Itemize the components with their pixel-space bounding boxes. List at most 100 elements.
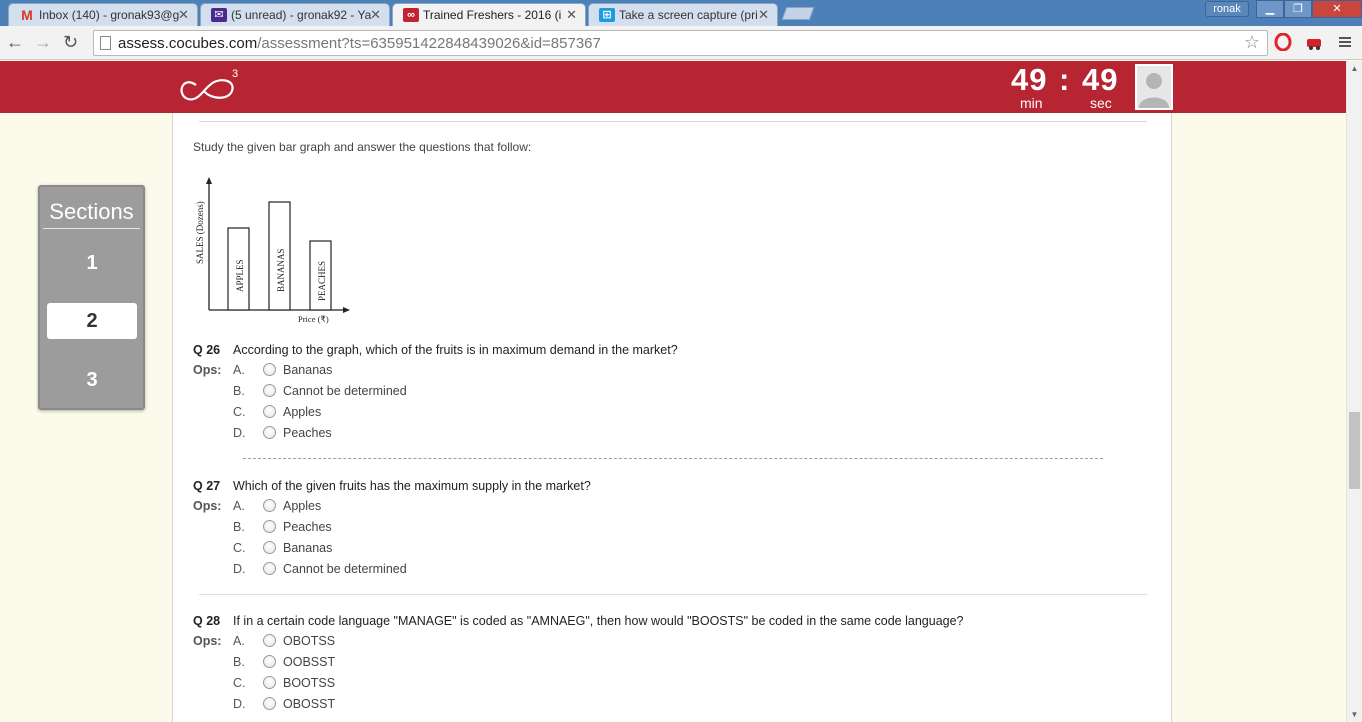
option-text[interactable]: Peaches: [283, 520, 332, 534]
option-radio[interactable]: [263, 676, 276, 689]
graph-ylabel: SALES (Dozens): [195, 201, 205, 264]
sections-title: Sections: [49, 199, 134, 224]
maximize-button[interactable]: ❐: [1284, 0, 1312, 18]
site-header: 3 49 : 49 min sec: [0, 61, 1362, 113]
page-icon: [100, 36, 111, 50]
option-letter: B.: [233, 384, 245, 398]
option-radio[interactable]: [263, 363, 276, 376]
opera-icon[interactable]: [1274, 33, 1292, 51]
option-text[interactable]: Peaches: [283, 426, 332, 440]
window-controls: ▁ ❐ ✕: [1256, 0, 1362, 19]
ops-label: Ops:: [193, 363, 222, 377]
timer-seconds: 49: [1082, 62, 1119, 97]
tab-title: Take a screen capture (pri: [619, 8, 758, 22]
tab-screen-capture[interactable]: ⊞ Take a screen capture (pri ✕: [588, 3, 778, 26]
forward-icon[interactable]: →: [34, 33, 52, 51]
close-tab-icon[interactable]: ✕: [178, 7, 189, 23]
option-text[interactable]: Cannot be determined: [283, 562, 407, 576]
user-silhouette-icon: [1139, 73, 1169, 108]
divider: [199, 121, 1147, 122]
section-1-button[interactable]: 1: [47, 245, 137, 281]
extension-icon[interactable]: [1305, 33, 1323, 51]
option-text[interactable]: OBOSST: [283, 697, 335, 711]
question-text: Which of the given fruits has the maximu…: [233, 479, 591, 493]
option-radio[interactable]: [263, 384, 276, 397]
option-text[interactable]: Apples: [283, 405, 321, 419]
option-letter: D.: [233, 697, 246, 711]
option-letter: A.: [233, 634, 245, 648]
option-text[interactable]: OOBSST: [283, 655, 335, 669]
sections-panel: Sections 1 2 3: [38, 185, 145, 410]
close-tab-icon[interactable]: ✕: [566, 7, 577, 23]
question-text: If in a certain code language "MANAGE" i…: [233, 614, 964, 628]
scroll-down-icon[interactable]: ▼: [1349, 710, 1360, 720]
section-3-button[interactable]: 3: [47, 362, 137, 398]
timer-min-label: min: [1020, 95, 1043, 111]
scroll-up-icon[interactable]: ▲: [1349, 64, 1360, 74]
bar-label-apples: APPLES: [235, 259, 245, 292]
option-radio[interactable]: [263, 655, 276, 668]
profile-button[interactable]: ronak: [1205, 1, 1249, 17]
ops-label: Ops:: [193, 634, 222, 648]
option-letter: D.: [233, 426, 246, 440]
gmail-icon: M: [21, 7, 33, 23]
option-text[interactable]: Apples: [283, 499, 321, 513]
svg-text:3: 3: [232, 68, 238, 80]
question-number: Q 26: [193, 343, 221, 357]
option-letter: D.: [233, 562, 246, 576]
question-text: According to the graph, which of the fru…: [233, 343, 678, 357]
browser-toolbar: ← → ↻ assess.cocubes.com/assessment?ts=6…: [0, 26, 1362, 60]
question-number: Q 27: [193, 479, 221, 493]
option-radio[interactable]: [263, 426, 276, 439]
back-icon[interactable]: ←: [6, 33, 24, 51]
avatar[interactable]: [1135, 64, 1173, 110]
option-letter: B.: [233, 520, 245, 534]
reload-icon[interactable]: ↻: [63, 33, 78, 51]
tab-cocubes[interactable]: ∞ Trained Freshers - 2016 (i ✕: [392, 3, 586, 27]
question-separator: [199, 594, 1147, 595]
option-radio[interactable]: [263, 541, 276, 554]
new-tab-button[interactable]: [781, 7, 815, 20]
option-radio[interactable]: [263, 405, 276, 418]
question-number: Q 28: [193, 614, 221, 628]
option-text[interactable]: BOOTSS: [283, 676, 335, 690]
timer-separator: :: [1059, 62, 1071, 97]
close-window-button[interactable]: ✕: [1312, 0, 1362, 18]
option-radio[interactable]: [263, 634, 276, 647]
option-text[interactable]: Bananas: [283, 363, 332, 377]
bookmark-star-icon[interactable]: ☆: [1244, 32, 1260, 53]
address-bar[interactable]: assess.cocubes.com/assessment?ts=6359514…: [93, 30, 1268, 56]
timer-sec-label: sec: [1090, 95, 1112, 111]
section-2-button[interactable]: 2: [47, 303, 137, 339]
tab-yahoo-mail[interactable]: ✉ (5 unread) - gronak92 - Ya ✕: [200, 3, 390, 26]
url-text[interactable]: assess.cocubes.com/assessment?ts=6359514…: [118, 35, 601, 52]
option-radio[interactable]: [263, 697, 276, 710]
menu-icon[interactable]: [1336, 33, 1354, 51]
bar-label-peaches: PEACHES: [317, 261, 327, 301]
minimize-button[interactable]: ▁: [1256, 0, 1284, 18]
option-letter: B.: [233, 655, 245, 669]
tab-gmail[interactable]: M Inbox (140) - gronak93@g ✕: [8, 3, 198, 26]
option-radio[interactable]: [263, 520, 276, 533]
option-radio[interactable]: [263, 499, 276, 512]
scrollbar-track[interactable]: [1346, 61, 1362, 722]
browser-tab-strip: M Inbox (140) - gronak93@g ✕ ✉ (5 unread…: [0, 0, 1362, 27]
option-letter: C.: [233, 541, 246, 555]
option-letter: C.: [233, 676, 246, 690]
question-intro: Study the given bar graph and answer the…: [193, 140, 532, 154]
ops-label: Ops:: [193, 499, 222, 513]
close-tab-icon[interactable]: ✕: [758, 7, 769, 23]
scrollbar-thumb[interactable]: [1349, 412, 1360, 489]
option-letter: C.: [233, 405, 246, 419]
option-letter: A.: [233, 499, 245, 513]
close-tab-icon[interactable]: ✕: [370, 7, 381, 23]
option-text[interactable]: OBOTSS: [283, 634, 335, 648]
graph-xlabel: Price (₹): [298, 314, 329, 324]
timer-minutes: 49: [1011, 62, 1048, 97]
windows-icon: ⊞: [599, 8, 615, 22]
option-radio[interactable]: [263, 562, 276, 575]
option-text[interactable]: Bananas: [283, 541, 332, 555]
bar-label-bananas: BANANAS: [276, 248, 286, 292]
tab-title: Trained Freshers - 2016 (i: [423, 8, 562, 22]
option-text[interactable]: Cannot be determined: [283, 384, 407, 398]
